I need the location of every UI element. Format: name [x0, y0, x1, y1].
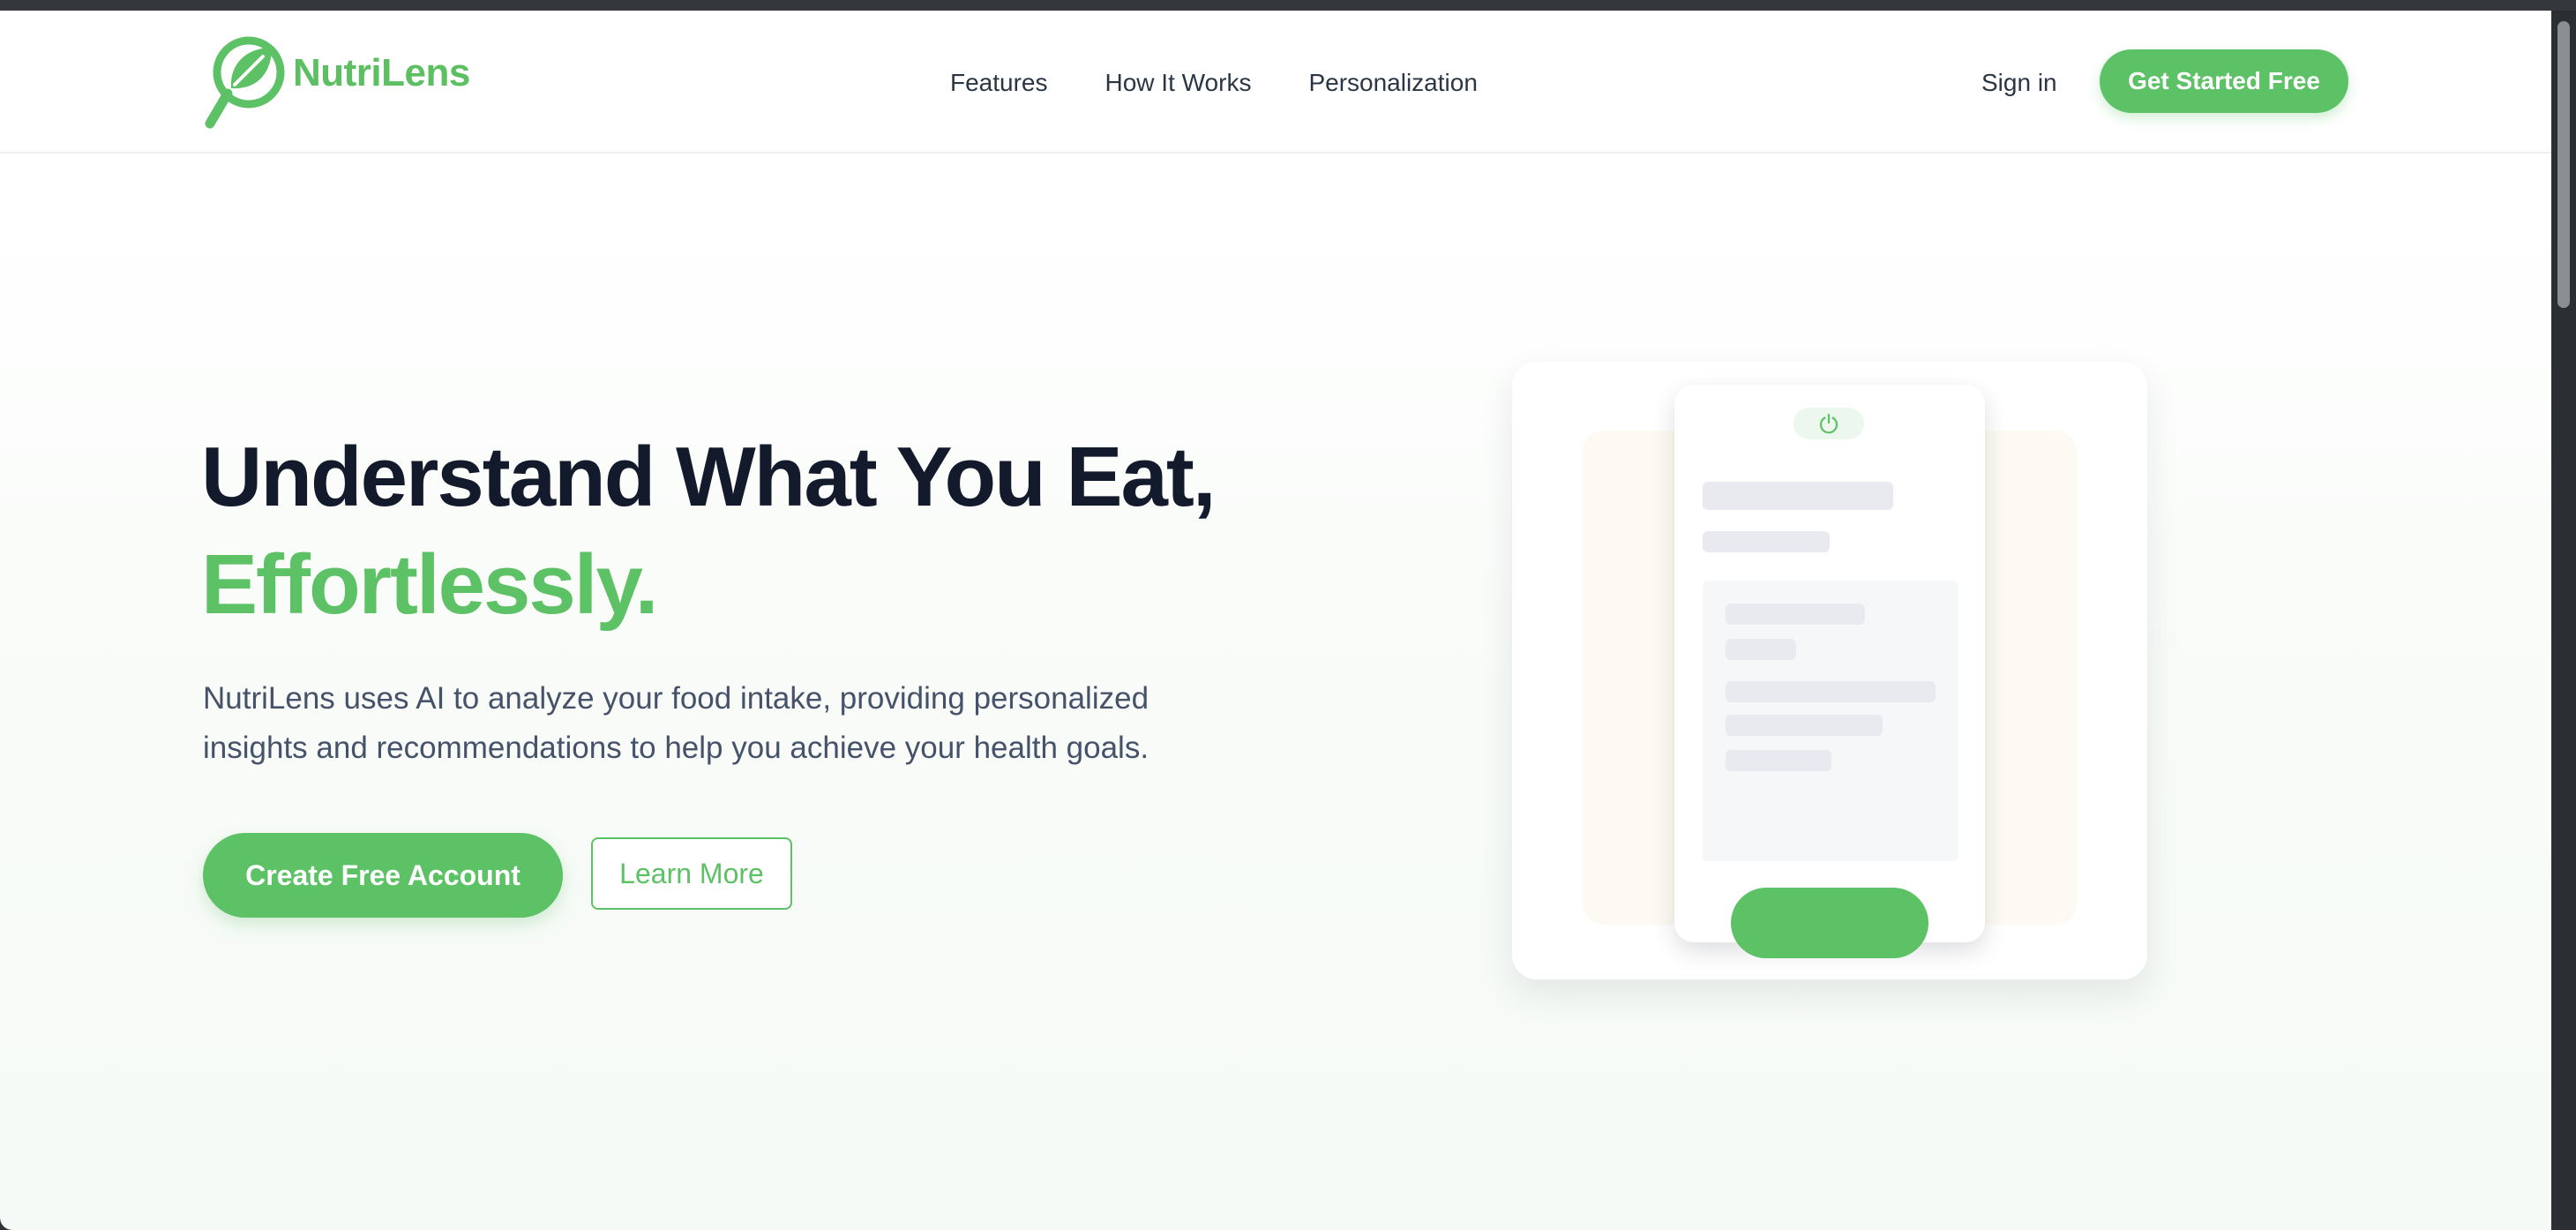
- leaf-magnifier-icon: [205, 36, 285, 129]
- placeholder-line: [1726, 639, 1796, 660]
- placeholder-title: [1703, 482, 1893, 510]
- placeholder-line: [1726, 750, 1831, 771]
- get-started-button[interactable]: Get Started Free: [2100, 49, 2348, 113]
- hero-subtitle-line1: NutriLens uses AI to analyze your food i…: [203, 681, 1149, 716]
- phone-mockup: [1674, 385, 1985, 958]
- main-nav: Features How It Works Personalization: [950, 69, 1478, 97]
- phone-action-button: [1731, 888, 1928, 958]
- hero-title: Understand What You Eat, Effortlessly.: [201, 424, 1217, 639]
- scrollbar-thumb[interactable]: [2557, 21, 2570, 308]
- create-account-button[interactable]: Create Free Account: [203, 833, 563, 918]
- window-top-bar: [0, 0, 2576, 11]
- power-icon: [1819, 413, 1838, 434]
- hero-subtitle-line2: insights and recommendations to help you…: [203, 731, 1149, 765]
- brand-logo[interactable]: NutriLens: [203, 30, 470, 136]
- placeholder-panel: [1703, 581, 1958, 861]
- nav-link-personalization[interactable]: Personalization: [1308, 69, 1477, 97]
- page: NutriLens Features How It Works Personal…: [0, 11, 2551, 1230]
- hero-title-accent: Effortlessly.: [201, 537, 658, 632]
- learn-more-button[interactable]: Learn More: [591, 837, 792, 910]
- placeholder-line: [1726, 715, 1883, 736]
- hero-title-line1: Understand What You Eat,: [201, 430, 1217, 524]
- nav-link-features[interactable]: Features: [950, 69, 1048, 97]
- phone-status-pill: [1793, 408, 1864, 439]
- hero-subtitle: NutriLens uses AI to analyze your food i…: [203, 674, 1226, 773]
- placeholder-subtitle: [1703, 531, 1830, 552]
- hero-illustration: [1512, 362, 2147, 979]
- placeholder-line: [1726, 604, 1865, 625]
- site-header: NutriLens Features How It Works Personal…: [0, 11, 2551, 154]
- brand-name: NutriLens: [293, 51, 470, 94]
- placeholder-line: [1726, 681, 1936, 702]
- sign-in-link[interactable]: Sign in: [1981, 69, 2057, 97]
- nav-link-how-it-works[interactable]: How It Works: [1105, 69, 1252, 97]
